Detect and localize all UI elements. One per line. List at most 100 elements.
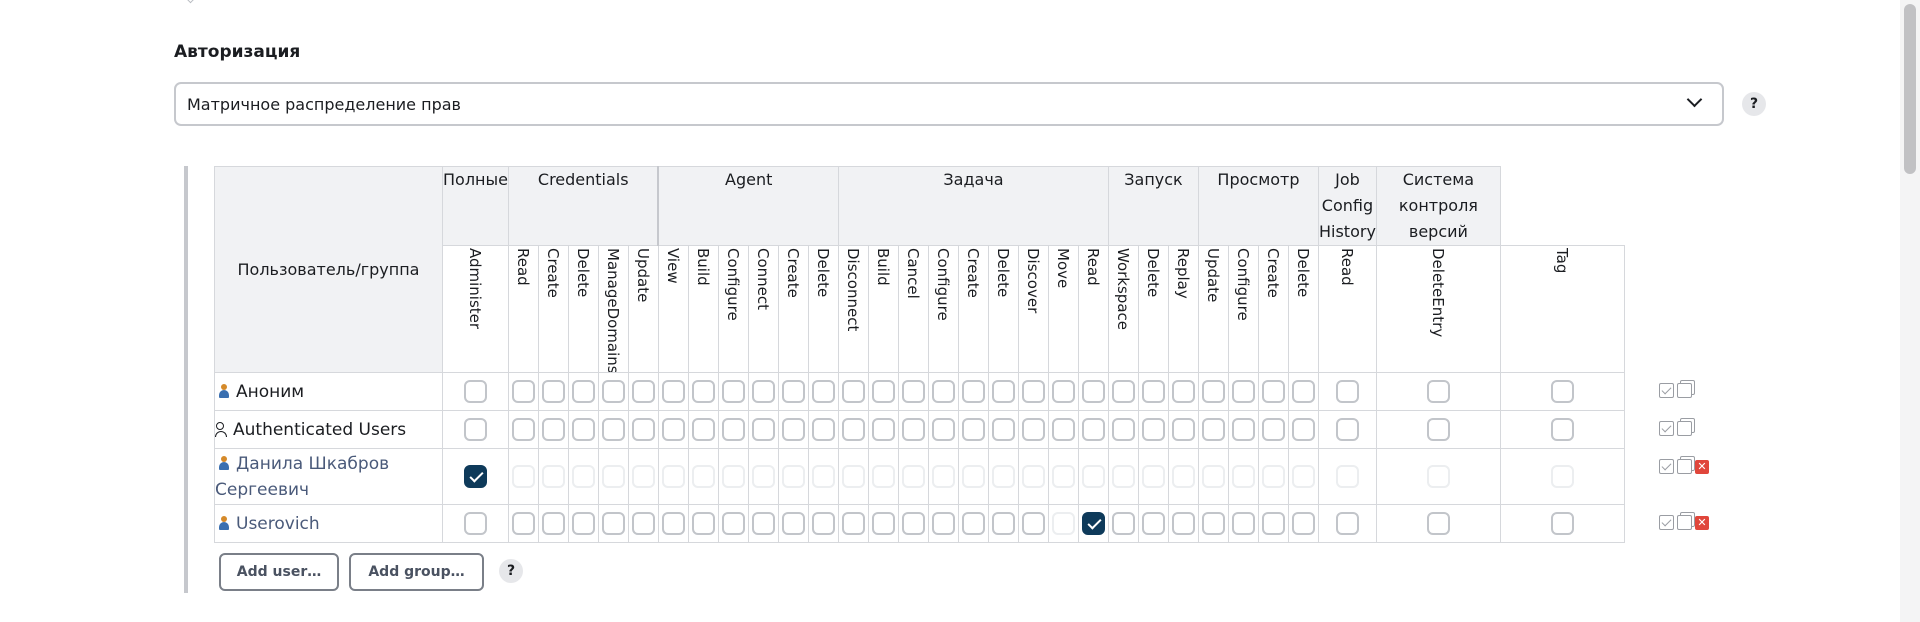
permission-checkbox[interactable] bbox=[1111, 380, 1135, 403]
permission-checkbox[interactable] bbox=[781, 380, 805, 403]
permission-checkbox[interactable] bbox=[571, 380, 595, 403]
add-group-button[interactable]: Add group… bbox=[349, 553, 484, 591]
permission-checkbox[interactable] bbox=[901, 380, 925, 403]
permission-checkbox[interactable] bbox=[901, 418, 925, 441]
permission-checkbox[interactable] bbox=[871, 512, 895, 535]
permission-checkbox[interactable] bbox=[1111, 418, 1135, 441]
permission-checkbox[interactable] bbox=[1051, 380, 1075, 403]
permission-checkbox[interactable] bbox=[1550, 418, 1574, 441]
permission-checkbox[interactable] bbox=[1201, 512, 1225, 535]
permission-checkbox[interactable] bbox=[931, 512, 955, 535]
permission-checkbox[interactable] bbox=[463, 418, 487, 441]
unselect-all-icon[interactable] bbox=[1677, 421, 1692, 436]
permission-checkbox[interactable] bbox=[1201, 380, 1225, 403]
permission-checkbox[interactable] bbox=[841, 512, 865, 535]
permission-checkbox[interactable] bbox=[631, 380, 655, 403]
permission-checkbox[interactable] bbox=[1141, 418, 1165, 441]
permission-checkbox[interactable] bbox=[991, 512, 1015, 535]
permission-checkbox[interactable] bbox=[1291, 512, 1315, 535]
permission-checkbox[interactable] bbox=[961, 512, 985, 535]
authorization-strategy-select[interactable]: Матричное распределение прав bbox=[174, 82, 1724, 126]
permission-checkbox[interactable] bbox=[1081, 512, 1105, 535]
unselect-all-icon[interactable] bbox=[1677, 459, 1692, 474]
add-user-button[interactable]: Add user… bbox=[219, 553, 339, 591]
unselect-all-icon[interactable] bbox=[1677, 515, 1692, 530]
permission-checkbox[interactable] bbox=[931, 418, 955, 441]
permission-checkbox[interactable] bbox=[1201, 418, 1225, 441]
unselect-all-icon[interactable] bbox=[1677, 383, 1692, 398]
permission-checkbox[interactable] bbox=[1081, 380, 1105, 403]
permission-checkbox[interactable] bbox=[1231, 380, 1255, 403]
permission-checkbox[interactable] bbox=[691, 380, 715, 403]
scrollbar[interactable] bbox=[1900, 0, 1920, 622]
permission-checkbox[interactable] bbox=[1426, 418, 1450, 441]
permission-checkbox[interactable] bbox=[511, 512, 535, 535]
permission-checkbox[interactable] bbox=[691, 512, 715, 535]
permission-checkbox[interactable] bbox=[631, 418, 655, 441]
permission-checkbox[interactable] bbox=[541, 418, 565, 441]
permission-checkbox[interactable] bbox=[511, 380, 535, 403]
permission-checkbox[interactable] bbox=[691, 418, 715, 441]
permission-checkbox[interactable] bbox=[601, 512, 625, 535]
permission-checkbox[interactable] bbox=[1111, 512, 1135, 535]
permission-checkbox[interactable] bbox=[1141, 380, 1165, 403]
permission-checkbox[interactable] bbox=[1141, 512, 1165, 535]
permission-checkbox[interactable] bbox=[1426, 512, 1450, 535]
permission-checkbox[interactable] bbox=[511, 418, 535, 441]
select-all-icon[interactable] bbox=[1659, 421, 1674, 436]
permission-checkbox[interactable] bbox=[781, 418, 805, 441]
permission-checkbox[interactable] bbox=[1171, 512, 1195, 535]
permission-checkbox[interactable] bbox=[961, 418, 985, 441]
select-all-icon[interactable] bbox=[1659, 515, 1674, 530]
permission-checkbox[interactable] bbox=[811, 512, 835, 535]
permission-checkbox[interactable] bbox=[1231, 512, 1255, 535]
permission-checkbox[interactable] bbox=[811, 380, 835, 403]
permission-checkbox[interactable] bbox=[463, 512, 487, 535]
permission-checkbox[interactable] bbox=[571, 418, 595, 441]
permission-checkbox[interactable] bbox=[991, 418, 1015, 441]
permission-checkbox[interactable] bbox=[1261, 380, 1285, 403]
permission-checkbox[interactable] bbox=[1081, 418, 1105, 441]
select-all-icon[interactable] bbox=[1659, 383, 1674, 398]
select-all-icon[interactable] bbox=[1659, 459, 1674, 474]
permission-checkbox[interactable] bbox=[1550, 380, 1574, 403]
permission-checkbox[interactable] bbox=[1291, 380, 1315, 403]
permission-checkbox[interactable] bbox=[1171, 418, 1195, 441]
permission-checkbox[interactable] bbox=[1021, 512, 1045, 535]
permission-checkbox[interactable] bbox=[751, 512, 775, 535]
permission-checkbox[interactable] bbox=[1550, 512, 1574, 535]
permission-checkbox[interactable] bbox=[1021, 418, 1045, 441]
permission-checkbox[interactable] bbox=[631, 512, 655, 535]
permission-checkbox[interactable] bbox=[1426, 380, 1450, 403]
permission-checkbox[interactable] bbox=[721, 380, 745, 403]
permission-checkbox[interactable] bbox=[751, 380, 775, 403]
permission-checkbox[interactable] bbox=[1335, 418, 1359, 441]
permission-checkbox[interactable] bbox=[601, 418, 625, 441]
permission-checkbox[interactable] bbox=[661, 512, 685, 535]
permission-checkbox[interactable] bbox=[721, 418, 745, 441]
permission-checkbox[interactable] bbox=[961, 380, 985, 403]
permission-checkbox[interactable] bbox=[871, 418, 895, 441]
scrollbar-thumb[interactable] bbox=[1904, 4, 1916, 174]
permission-checkbox[interactable] bbox=[991, 380, 1015, 403]
permission-checkbox[interactable] bbox=[1051, 418, 1075, 441]
permission-checkbox[interactable] bbox=[463, 465, 487, 488]
permission-checkbox[interactable] bbox=[1335, 380, 1359, 403]
help-button[interactable]: ? bbox=[1742, 92, 1766, 116]
permission-checkbox[interactable] bbox=[541, 512, 565, 535]
permission-checkbox[interactable] bbox=[1261, 512, 1285, 535]
help-button-matrix[interactable]: ? bbox=[499, 559, 523, 583]
permission-checkbox[interactable] bbox=[1021, 380, 1045, 403]
permission-checkbox[interactable] bbox=[571, 512, 595, 535]
permission-checkbox[interactable] bbox=[541, 380, 565, 403]
permission-checkbox[interactable] bbox=[811, 418, 835, 441]
permission-checkbox[interactable] bbox=[751, 418, 775, 441]
permission-checkbox[interactable] bbox=[871, 380, 895, 403]
permission-checkbox[interactable] bbox=[721, 512, 745, 535]
permission-checkbox[interactable] bbox=[841, 418, 865, 441]
permission-checkbox[interactable] bbox=[601, 380, 625, 403]
permission-checkbox[interactable] bbox=[1291, 418, 1315, 441]
permission-checkbox[interactable] bbox=[1171, 380, 1195, 403]
permission-checkbox[interactable] bbox=[1261, 418, 1285, 441]
user-name[interactable]: Данила Шкабров Сергеевич bbox=[215, 454, 389, 500]
